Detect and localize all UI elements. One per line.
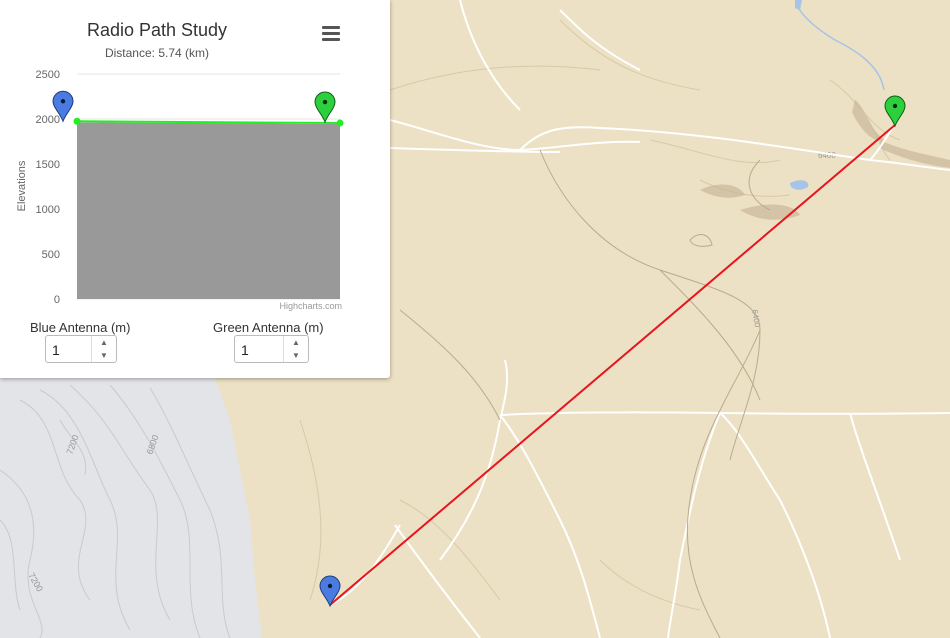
y-tick-label: 1000 [36, 204, 60, 216]
radio-path-panel: Radio Path Study Distance: 5.74 (km) 0 50… [0, 0, 390, 378]
increment-arrow-icon[interactable]: ▲ [92, 336, 116, 349]
path-end-point[interactable] [336, 119, 344, 127]
chart-title: Radio Path Study [86, 20, 228, 40]
chart-subtitle: Distance: 5.74 (km) [104, 46, 210, 60]
y-tick-label: 2000 [36, 114, 60, 126]
highcharts-credit[interactable]: Highcharts.com [279, 301, 342, 311]
increment-arrow-icon[interactable]: ▲ [284, 336, 308, 349]
y-tick-label: 2500 [36, 69, 60, 81]
blue-antenna-label: Blue Antenna (m) [30, 320, 131, 335]
decrement-arrow-icon[interactable]: ▼ [92, 349, 116, 362]
y-tick-label: 1500 [36, 159, 60, 171]
terrain-area [77, 122, 340, 300]
y-tick-label: 500 [42, 249, 60, 261]
green-antenna-label: Green Antenna (m) [213, 320, 324, 335]
decrement-arrow-icon[interactable]: ▼ [284, 349, 308, 362]
blue-antenna-input[interactable] [50, 339, 94, 361]
hamburger-icon[interactable] [318, 24, 344, 46]
green-antenna-input[interactable] [239, 339, 283, 361]
green-antenna-stepper[interactable]: ▲ ▼ [234, 335, 309, 363]
y-axis-title: Elevations [16, 160, 28, 211]
path-start-point[interactable] [73, 117, 81, 125]
blue-antenna-stepper[interactable]: ▲ ▼ [45, 335, 117, 363]
y-tick-label: 0 [54, 294, 60, 306]
elevation-chart: 0 500 1000 1500 2000 2500 Elevations [16, 69, 344, 306]
green-antenna-marker[interactable] [314, 91, 336, 124]
